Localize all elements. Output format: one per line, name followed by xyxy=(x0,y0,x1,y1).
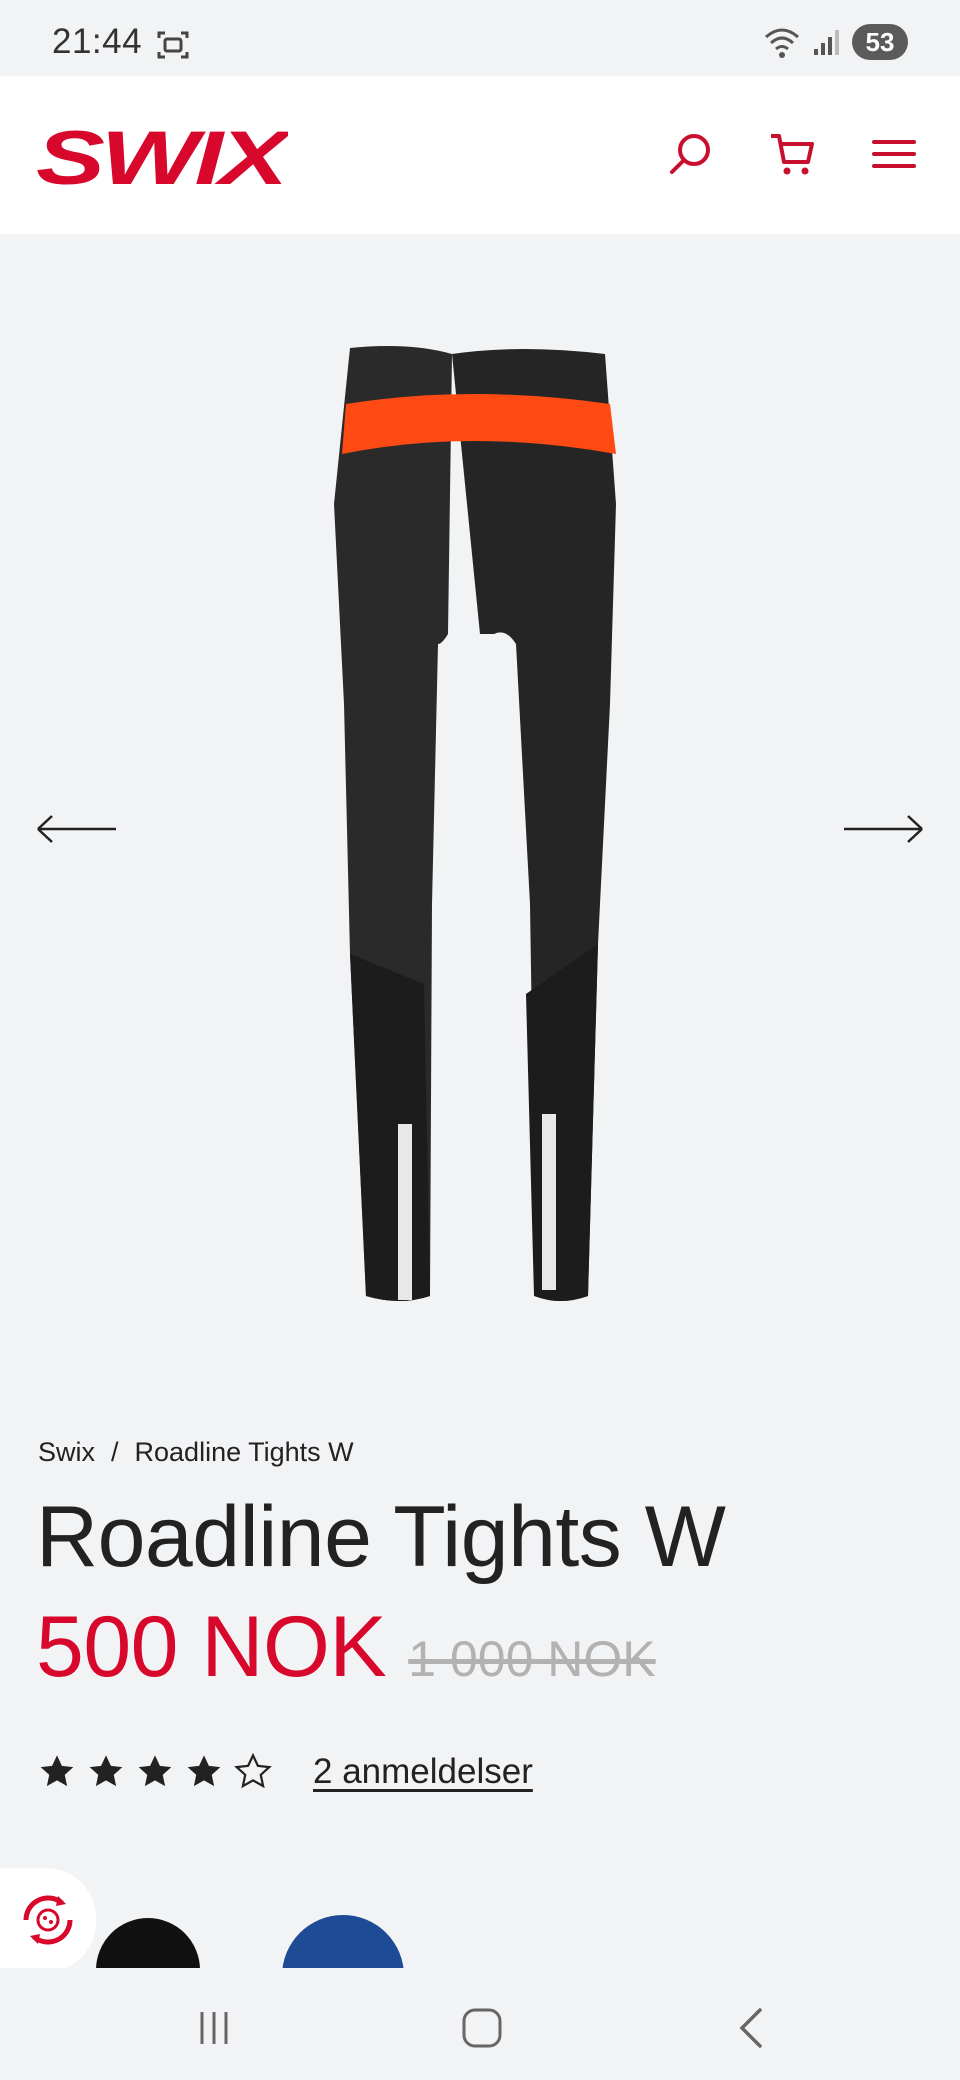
status-icons: 53 xyxy=(762,22,908,62)
cart-button[interactable] xyxy=(762,124,822,184)
product-image xyxy=(334,346,616,1304)
arrow-left-icon[interactable] xyxy=(34,804,124,854)
breadcrumb-current: Roadline Tights W xyxy=(134,1437,354,1467)
breadcrumb: Swix / Roadline Tights W xyxy=(38,1437,354,1468)
screenshot-icon xyxy=(157,31,189,59)
color-swatches xyxy=(0,1860,960,1968)
cart-icon xyxy=(771,134,814,175)
back-icon xyxy=(739,2008,762,2048)
site-header: SWIX xyxy=(0,76,960,234)
status-time: 21:44 xyxy=(52,22,143,61)
star-filled-icon xyxy=(89,1755,123,1787)
arrow-right-icon[interactable] xyxy=(836,804,926,854)
original-price: 1 000 NOK xyxy=(408,1631,656,1687)
search-icon xyxy=(670,134,710,174)
home-button[interactable] xyxy=(452,1998,512,2058)
search-button[interactable] xyxy=(660,124,720,184)
svg-text:SWIX: SWIX xyxy=(36,126,288,190)
swix-logo[interactable]: SWIX xyxy=(36,126,288,190)
system-nav-bar xyxy=(0,1968,960,2080)
product-title: Roadline Tights W xyxy=(36,1489,726,1585)
swatch-black[interactable] xyxy=(96,1918,200,1968)
menu-icon xyxy=(872,140,916,168)
breadcrumb-home[interactable]: Swix xyxy=(38,1437,95,1468)
back-button[interactable] xyxy=(722,1998,782,2058)
refresh-badge-icon xyxy=(23,1895,73,1945)
reviews-link[interactable]: 2 anmeldelser xyxy=(313,1752,533,1792)
status-bar: 21:44 53 xyxy=(0,0,960,76)
price-row: 500 NOK 1 000 NOK xyxy=(36,1598,656,1697)
recent-apps-icon xyxy=(200,2012,228,2044)
rating: 2 anmeldelser xyxy=(38,1752,533,1792)
home-icon xyxy=(462,2008,502,2048)
recent-apps-button[interactable] xyxy=(184,1998,244,2058)
star-empty-icon xyxy=(234,1753,272,1789)
product-gallery[interactable] xyxy=(0,234,960,1364)
star-filled-icon xyxy=(187,1755,221,1787)
battery-indicator: 53 xyxy=(852,24,908,60)
star-filled-icon xyxy=(40,1755,74,1787)
star-filled-icon xyxy=(138,1755,172,1787)
signal-icon xyxy=(814,30,839,55)
sale-price: 500 NOK xyxy=(36,1599,387,1695)
swatch-blue[interactable] xyxy=(282,1915,404,1968)
menu-button[interactable] xyxy=(864,124,924,184)
floating-widget[interactable] xyxy=(0,1868,96,1972)
wifi-icon xyxy=(765,28,799,58)
breadcrumb-separator: / xyxy=(111,1437,119,1467)
